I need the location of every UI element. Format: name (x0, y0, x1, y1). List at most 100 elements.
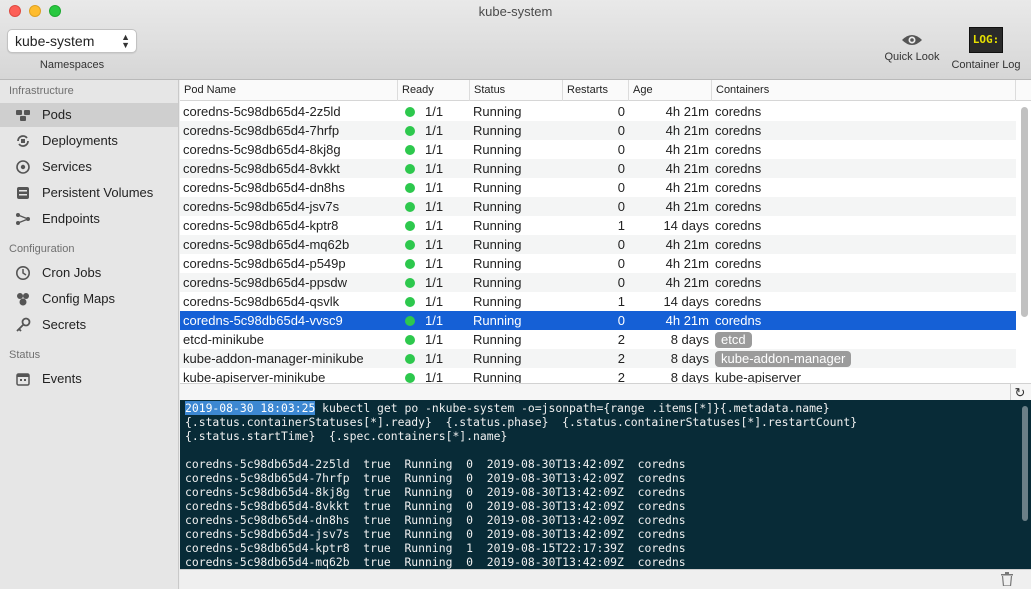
trash-icon[interactable] (1001, 572, 1013, 587)
containers-cell: coredns (715, 140, 995, 159)
age-cell: 4h 21m (665, 199, 709, 214)
sidebar-item-events[interactable]: Events (0, 367, 178, 391)
calendar-icon (15, 371, 31, 387)
table-row[interactable]: coredns-5c98db65d4-qsvlk 1/1 Running 1 14 da… (180, 292, 1016, 311)
sidebar-item-label: Services (42, 159, 92, 174)
status-cell: Running (473, 275, 522, 290)
pod-name-cell: kube-addon-manager-minikube (183, 351, 364, 366)
clock-icon (15, 265, 31, 281)
column-header-age[interactable]: Age (629, 80, 712, 101)
table-row[interactable]: coredns-5c98db65d4-ppsdw 1/1 Running 0 4h 21… (180, 273, 1016, 292)
status-cell: Running (473, 351, 522, 366)
table-row[interactable]: coredns-5c98db65d4-kptr8 1/1 Running 1 14 da… (180, 216, 1016, 235)
sidebar-item-endpoints[interactable]: Endpoints (0, 207, 178, 231)
age-cell: 4h 21m (665, 180, 709, 195)
window-toolbar: kube-system kube-system ▲ ▼ Namespaces Qu… (0, 0, 1031, 80)
restarts-cell: 0 (617, 256, 625, 271)
container-name: coredns (715, 180, 762, 195)
pod-name-cell: coredns-5c98db65d4-mq62b (183, 237, 350, 252)
age-cell: 4h 21m (665, 313, 709, 328)
sidebar-section-title: Status (9, 349, 41, 361)
ready-cell: 1/1 (425, 104, 444, 119)
status-cell: Running (473, 332, 522, 347)
table-row[interactable]: coredns-5c98db65d4-2z5ld 1/1 Running 0 4h 21… (180, 102, 1016, 121)
sidebar-item-deployments[interactable]: Deployments (0, 129, 178, 153)
restarts-cell: 0 (617, 275, 625, 290)
status-cell: Running (473, 142, 522, 157)
sidebar-item-secrets[interactable]: Secrets (0, 313, 178, 337)
restarts-cell: 0 (617, 180, 625, 195)
terminal-output-line: coredns-5c98db65d4-jsv7s true Running 0 … (185, 527, 686, 541)
container-name: coredns (715, 237, 762, 252)
ready-status-dot-icon (405, 354, 415, 364)
status-cell: Running (473, 313, 522, 328)
table-row[interactable]: kube-apiserver-minikube 1/1 Running 2 8 days… (180, 368, 1016, 383)
sidebar-item-label: Config Maps (42, 291, 115, 306)
container-name: coredns (715, 161, 762, 176)
deployments-icon (15, 133, 31, 149)
pod-name-cell: coredns-5c98db65d4-qsvlk (183, 294, 340, 309)
ready-cell: 1/1 (425, 161, 444, 176)
terminal-output[interactable]: 2019-08-30 18:03:25 kubectl get po -nkub… (180, 400, 1031, 569)
containers-cell: coredns (715, 292, 995, 311)
container-log-button[interactable]: LOG: Container Log (946, 27, 1026, 71)
terminal-output-line: coredns-5c98db65d4-kptr8 true Running 1 … (185, 541, 686, 555)
pod-name-cell: coredns-5c98db65d4-8vkkt (183, 161, 340, 176)
sidebar-item-config-maps[interactable]: Config Maps (0, 287, 178, 311)
restarts-cell: 0 (617, 123, 625, 138)
sidebar-item-label: Deployments (42, 133, 118, 148)
table-row[interactable]: coredns-5c98db65d4-jsv7s 1/1 Running 0 4h 21… (180, 197, 1016, 216)
table-row[interactable]: kube-addon-manager-minikube 1/1 Running 2 8 … (180, 349, 1016, 368)
table-row[interactable]: coredns-5c98db65d4-vvsc9 1/1 Running 0 4h 21… (180, 311, 1016, 330)
pod-name-cell: coredns-5c98db65d4-dn8hs (183, 180, 345, 195)
table-row[interactable]: coredns-5c98db65d4-8vkkt 1/1 Running 0 4h 21… (180, 159, 1016, 178)
restarts-cell: 2 (617, 351, 625, 366)
terminal-command-line: 2019-08-30 18:03:25 kubectl get po -nkub… (185, 401, 1031, 415)
sidebar-item-label: Secrets (42, 317, 87, 332)
sidebar-item-persistent-volumes[interactable]: Persistent Volumes (0, 181, 178, 205)
namespace-select[interactable]: kube-system ▲ ▼ (7, 29, 137, 53)
containers-cell: coredns (715, 121, 995, 140)
window-title: kube-system (478, 4, 553, 19)
age-cell: 4h 21m (665, 104, 709, 119)
ready-status-dot-icon (405, 164, 415, 174)
table-row[interactable]: coredns-5c98db65d4-mq62b 1/1 Running 0 4h 21… (180, 235, 1016, 254)
column-header-ready[interactable]: Ready (398, 80, 470, 101)
split-divider[interactable]: ↻ (180, 383, 1031, 401)
pod-name-cell: coredns-5c98db65d4-jsv7s (183, 199, 340, 214)
table-scrollbar[interactable] (1021, 107, 1028, 317)
refresh-icon[interactable]: ↻ (1010, 384, 1029, 401)
terminal-scrollbar[interactable] (1022, 406, 1028, 521)
column-header-pod-name[interactable]: Pod Name (180, 80, 398, 101)
table-row[interactable]: etcd-minikube 1/1 Running 2 8 days etcd (180, 330, 1016, 349)
ready-status-dot-icon (405, 297, 415, 307)
pod-name-cell: coredns-5c98db65d4-vvsc9 (183, 313, 343, 328)
status-cell: Running (473, 256, 522, 271)
restarts-cell: 2 (617, 370, 625, 383)
sidebar-item-label: Pods (42, 107, 72, 122)
table-row[interactable]: coredns-5c98db65d4-dn8hs 1/1 Running 0 4h 21… (180, 178, 1016, 197)
age-cell: 8 days (670, 332, 709, 347)
column-header-status[interactable]: Status (470, 80, 563, 101)
quick-look-button[interactable]: Quick Look (879, 27, 945, 63)
terminal-output-line: coredns-5c98db65d4-8vkkt true Running 0 … (185, 499, 686, 513)
ready-cell: 1/1 (425, 199, 444, 214)
ready-status-dot-icon (405, 221, 415, 231)
table-row[interactable]: coredns-5c98db65d4-p549p 1/1 Running 0 4h 21… (180, 254, 1016, 273)
restarts-cell: 1 (617, 218, 625, 233)
sidebar-item-pods[interactable]: Pods (0, 103, 178, 127)
column-header-containers[interactable]: Containers (712, 80, 1016, 101)
table-row[interactable]: coredns-5c98db65d4-8kj8g 1/1 Running 0 4h 21… (180, 140, 1016, 159)
table-row[interactable]: coredns-5c98db65d4-7hrfp 1/1 Running 0 4h 21… (180, 121, 1016, 140)
sidebar-item-cron-jobs[interactable]: Cron Jobs (0, 261, 178, 285)
ready-cell: 1/1 (425, 370, 444, 383)
sidebar-item-services[interactable]: Services (0, 155, 178, 179)
terminal-command-line: {.status.startTime} {.spec.containers[*]… (185, 429, 508, 443)
terminal-output-line: coredns-5c98db65d4-2z5ld true Running 0 … (185, 457, 686, 471)
container-name: coredns (715, 123, 762, 138)
column-header-restarts[interactable]: Restarts (563, 80, 629, 101)
status-cell: Running (473, 370, 522, 383)
status-cell: Running (473, 199, 522, 214)
containers-cell: coredns (715, 254, 995, 273)
